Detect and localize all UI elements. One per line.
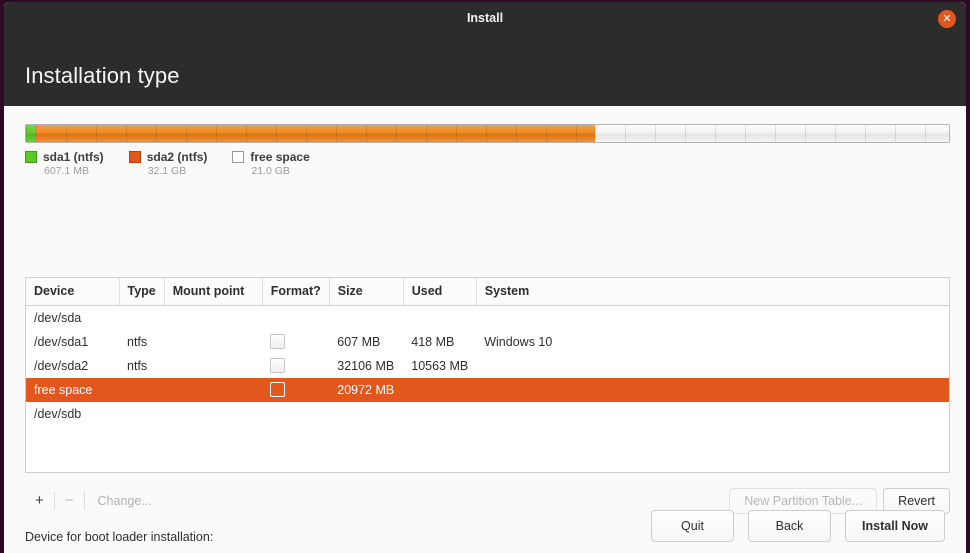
- partition-table: Device Type Mount point Format? Size Use…: [26, 278, 949, 426]
- table-row[interactable]: /dev/sda: [26, 306, 949, 330]
- footer-buttons: Quit Back Install Now: [651, 510, 945, 542]
- cell-used: [403, 402, 476, 426]
- cell-device: /dev/sda1: [34, 334, 89, 349]
- cell-device: /dev/sdb: [34, 406, 82, 421]
- column-header-used[interactable]: Used: [403, 278, 477, 306]
- cell-format: [262, 306, 329, 330]
- back-button[interactable]: Back: [748, 510, 832, 542]
- column-header-mount-point[interactable]: Mount point: [164, 278, 263, 306]
- column-header-type[interactable]: Type: [119, 278, 165, 306]
- cell-size: 20972 MB: [337, 382, 395, 397]
- segment-hatch: [26, 125, 37, 142]
- table-row[interactable]: /dev/sdb: [26, 402, 949, 426]
- cell-system: Windows 10: [484, 334, 553, 349]
- cell-size: 32106 MB: [337, 358, 395, 373]
- legend-label: free space: [250, 150, 310, 164]
- format-checkbox[interactable]: [270, 334, 286, 350]
- cell-system: [476, 306, 949, 330]
- cell-used: 418 MB: [411, 334, 455, 349]
- cell-mount-point: [164, 306, 262, 330]
- cell-mount-point: [164, 402, 262, 426]
- cell-system: [476, 402, 949, 426]
- bootloader-label: Device for boot loader installation:: [25, 530, 214, 544]
- change-partition-button[interactable]: Change...: [98, 494, 152, 508]
- partition-bar: [25, 124, 950, 143]
- partition-bar-segment-sda1: [26, 125, 37, 142]
- cell-type: [119, 306, 164, 330]
- toolbar-divider: [83, 492, 85, 510]
- partition-bar-segment-sda2: [36, 125, 596, 142]
- window-title: Install: [466, 11, 504, 25]
- close-icon[interactable]: ✕: [938, 10, 956, 28]
- cell-device: /dev/sda: [34, 310, 82, 325]
- legend-label: sda2 (ntfs): [146, 150, 208, 164]
- partition-legend: sda1 (ntfs) 607.1 MB sda2 (ntfs) 32.1 GB…: [25, 150, 335, 177]
- installer-window: Install ✕ Installation type sda1 (ntfs): [4, 2, 966, 553]
- legend-swatch-icon: [232, 151, 245, 163]
- cell-used: 10563 MB: [411, 358, 469, 373]
- cell-format: [262, 402, 329, 426]
- column-header-size[interactable]: Size: [329, 278, 404, 306]
- cell-device: /dev/sda2: [34, 358, 89, 373]
- titlebar: Install ✕: [4, 2, 966, 35]
- column-header-format[interactable]: Format?: [262, 278, 330, 306]
- cell-system: [476, 378, 949, 402]
- cell-size: [329, 306, 403, 330]
- partition-bar-segment-free-space: [595, 125, 949, 142]
- cell-used: [403, 378, 476, 402]
- cell-mount-point: [164, 330, 262, 354]
- column-header-system[interactable]: System: [476, 278, 949, 306]
- cell-size: 607 MB: [337, 334, 381, 349]
- table-header-row: Device Type Mount point Format? Size Use…: [26, 278, 949, 306]
- remove-partition-button[interactable]: −: [55, 490, 84, 512]
- content-area: sda1 (ntfs) 607.1 MB sda2 (ntfs) 32.1 GB…: [4, 106, 966, 553]
- cell-format: [262, 330, 329, 354]
- table-row-selected[interactable]: free space 20972 MB: [26, 377, 949, 402]
- cell-format: [262, 354, 329, 378]
- legend-item-sda2: sda2 (ntfs) 32.1 GB: [128, 150, 208, 177]
- legend-item-free-space: free space 21.0 GB: [232, 150, 310, 177]
- cell-mount-point: [164, 378, 262, 402]
- format-checkbox[interactable]: [270, 382, 286, 398]
- cell-type: [119, 402, 164, 426]
- cell-mount-point: [164, 354, 262, 378]
- cell-format: [262, 378, 329, 402]
- legend-swatch-icon: [128, 151, 141, 163]
- cell-type: ntfs: [127, 358, 148, 373]
- segment-hatch: [595, 125, 949, 142]
- format-checkbox[interactable]: [270, 358, 286, 374]
- cell-used: [403, 306, 476, 330]
- cell-type: [119, 378, 164, 402]
- partition-table-head: Device Type Mount point Format? Size Use…: [26, 278, 949, 306]
- legend-item-sda1: sda1 (ntfs) 607.1 MB: [25, 150, 104, 177]
- header-band: Installation type: [4, 35, 966, 106]
- legend-size: 21.0 GB: [251, 165, 290, 177]
- install-now-button[interactable]: Install Now: [845, 510, 945, 542]
- legend-size: 32.1 GB: [147, 165, 187, 177]
- legend-swatch-icon: [25, 151, 37, 163]
- table-row[interactable]: /dev/sda1 ntfs 607 MB 418 MB Windows 10: [26, 330, 949, 354]
- legend-size: 607.1 MB: [44, 165, 89, 177]
- partition-table-container: Device Type Mount point Format? Size Use…: [25, 277, 950, 473]
- page-title: Installation type: [25, 63, 180, 88]
- quit-button[interactable]: Quit: [651, 510, 735, 542]
- cell-device: free space: [34, 382, 93, 397]
- add-partition-button[interactable]: +: [25, 490, 54, 512]
- cell-system: [476, 354, 949, 378]
- table-row[interactable]: /dev/sda2 ntfs 32106 MB 10563 MB: [26, 354, 949, 378]
- segment-hatch: [36, 125, 596, 142]
- legend-label: sda1 (ntfs): [43, 150, 104, 164]
- cell-type: ntfs: [127, 334, 148, 349]
- partition-table-body: /dev/sda /dev/sda1 ntfs 607 MB 418 MB Wi…: [26, 306, 949, 426]
- column-header-device[interactable]: Device: [26, 278, 120, 306]
- cell-size: [329, 402, 403, 426]
